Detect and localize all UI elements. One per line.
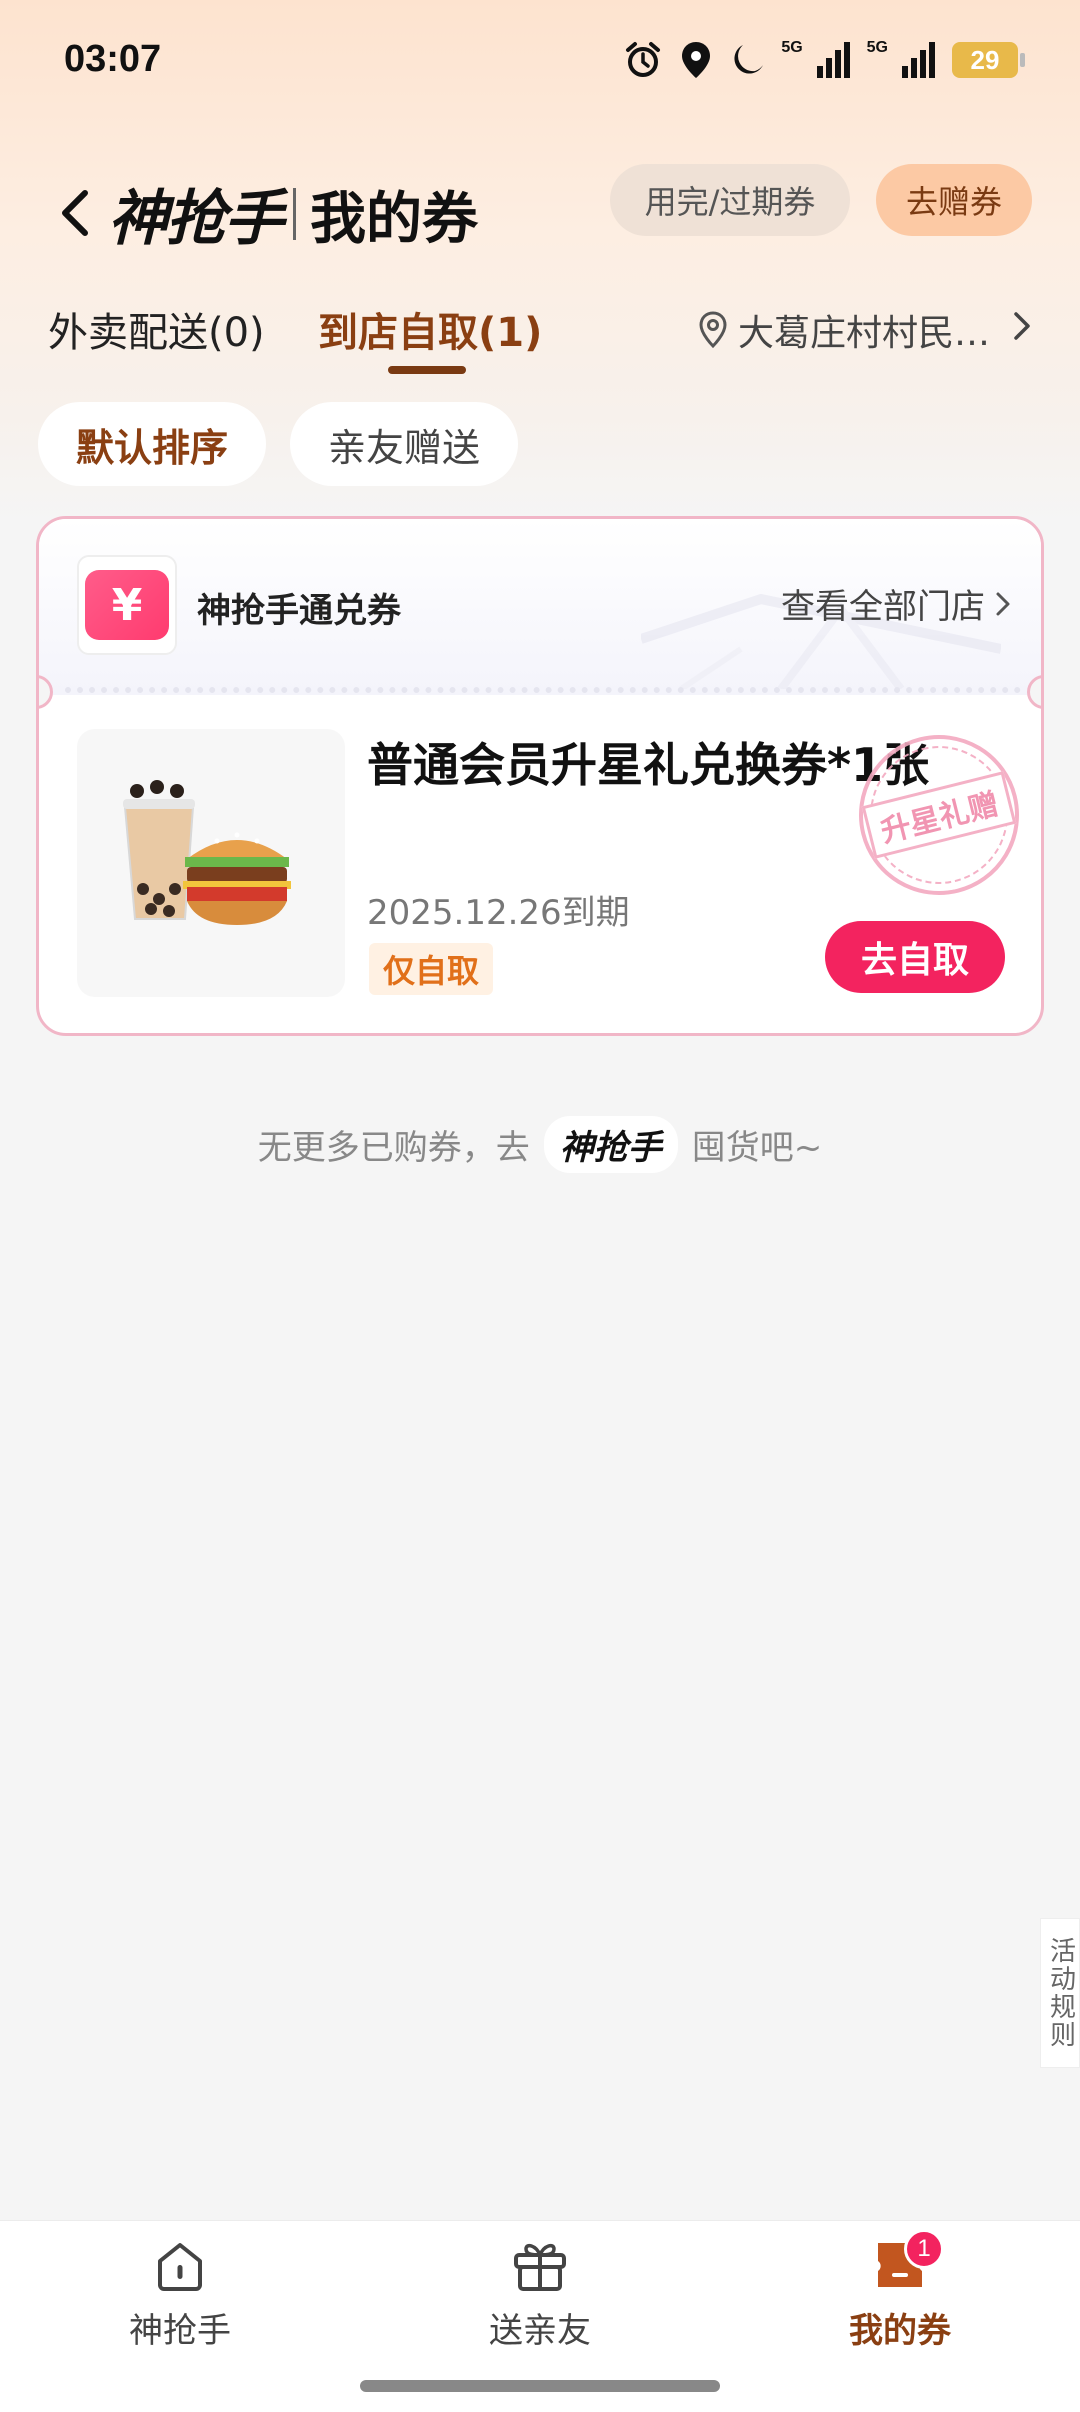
coupon-type-icon: ¥ [77,555,177,655]
tab-bar: 外卖配送(0) 到店自取(1) 大葛庄村村民… [0,300,1080,380]
bottom-nav-gift-label: 送亲友 [489,2311,591,2351]
network-1-label: 5G [781,39,803,56]
location-pin-icon [699,311,727,349]
back-arrow-icon [62,190,88,236]
brand-mini-logo[interactable]: 神抢手 [543,1116,678,1173]
bottom-nav-home-label: 神抢手 [129,2311,231,2351]
location-selector[interactable]: 大葛庄村村民… [696,304,990,356]
activity-rules-tab[interactable]: 活动规则 [1040,1918,1080,2068]
coupon-expiry: 2025.12.26到期 [367,893,630,933]
location-chevron-icon [1012,310,1032,346]
filter-friend-gift[interactable]: 亲友赠送 [290,402,519,486]
network-2-label: 5G [866,39,888,56]
signal-2-icon [902,42,936,78]
status-bar: 03:07 5G 5G 29 [0,0,1080,120]
alarm-icon [623,40,663,80]
brand-logo: 神抢手 [108,184,284,254]
battery-indicator: 29 [952,42,1025,78]
yen-ticket-icon: ¥ [85,570,169,640]
bottom-nav-gift[interactable]: 送亲友 [420,2235,660,2352]
go-pickup-button[interactable]: 去自取 [825,921,1005,993]
chevron-right-icon [996,592,1010,615]
location-status-icon [679,40,713,80]
moon-icon [729,41,765,79]
bottom-nav-my-coupons[interactable]: 1 我的券 [780,2229,1020,2352]
signal-1-icon [816,42,851,78]
pickup-only-tag: 仅自取 [369,943,494,995]
expired-coupons-button[interactable]: 用完/过期券 [610,164,850,236]
gift-icon [514,2243,566,2291]
filter-bar: 默认排序 亲友赠送 [38,402,519,486]
no-more-suffix: 囤货吧~ [691,1128,823,1168]
product-image [77,729,345,997]
no-more-coupons-note: 无更多已购券，去 神抢手 囤货吧~ [0,1116,1080,1173]
location-text: 大葛庄村村民… [738,313,991,354]
tab-delivery[interactable]: 外卖配送(0) [48,300,265,358]
coupon-type-name: 神抢手通兑券 [197,591,401,631]
tab-pickup[interactable]: 到店自取(1) [318,300,542,358]
active-tab-indicator [388,366,466,374]
no-more-prefix: 无更多已购券，去 [257,1128,530,1168]
nav-header: 神抢手 我的券 用完/过期券 去赠券 [0,160,1080,270]
my-coupons-badge: 1 [904,2229,944,2269]
activity-rules-label: 活动规则 [1045,1937,1076,2049]
view-all-stores-link[interactable]: 查看全部门店 [781,579,1011,628]
status-icons: 5G 5G 29 [623,36,1025,84]
home-icon [158,2243,202,2291]
view-all-stores-label: 查看全部门店 [781,587,985,627]
bottom-nav-home[interactable]: 神抢手 [60,2235,300,2352]
home-indicator [360,2380,720,2392]
stamp-label: 升星礼赠 [861,771,1017,859]
coupon-title: 普通会员升星礼兑换券*1张 [367,738,930,792]
coupon-card[interactable]: ¥ 神抢手通兑券 查看全部门店 普通会员升星礼兑换券*1张 升星礼赠 2025.… [36,516,1044,1036]
perforation-divider [65,687,1021,693]
page-title: 我的券 [310,187,478,252]
back-button[interactable] [40,178,110,248]
brand-divider [293,188,296,240]
status-time: 03:07 [64,38,162,80]
bottom-nav-my-coupons-label: 我的券 [849,2311,951,2351]
gift-coupon-button[interactable]: 去赠券 [876,164,1032,236]
filter-default-sort[interactable]: 默认排序 [38,402,267,486]
